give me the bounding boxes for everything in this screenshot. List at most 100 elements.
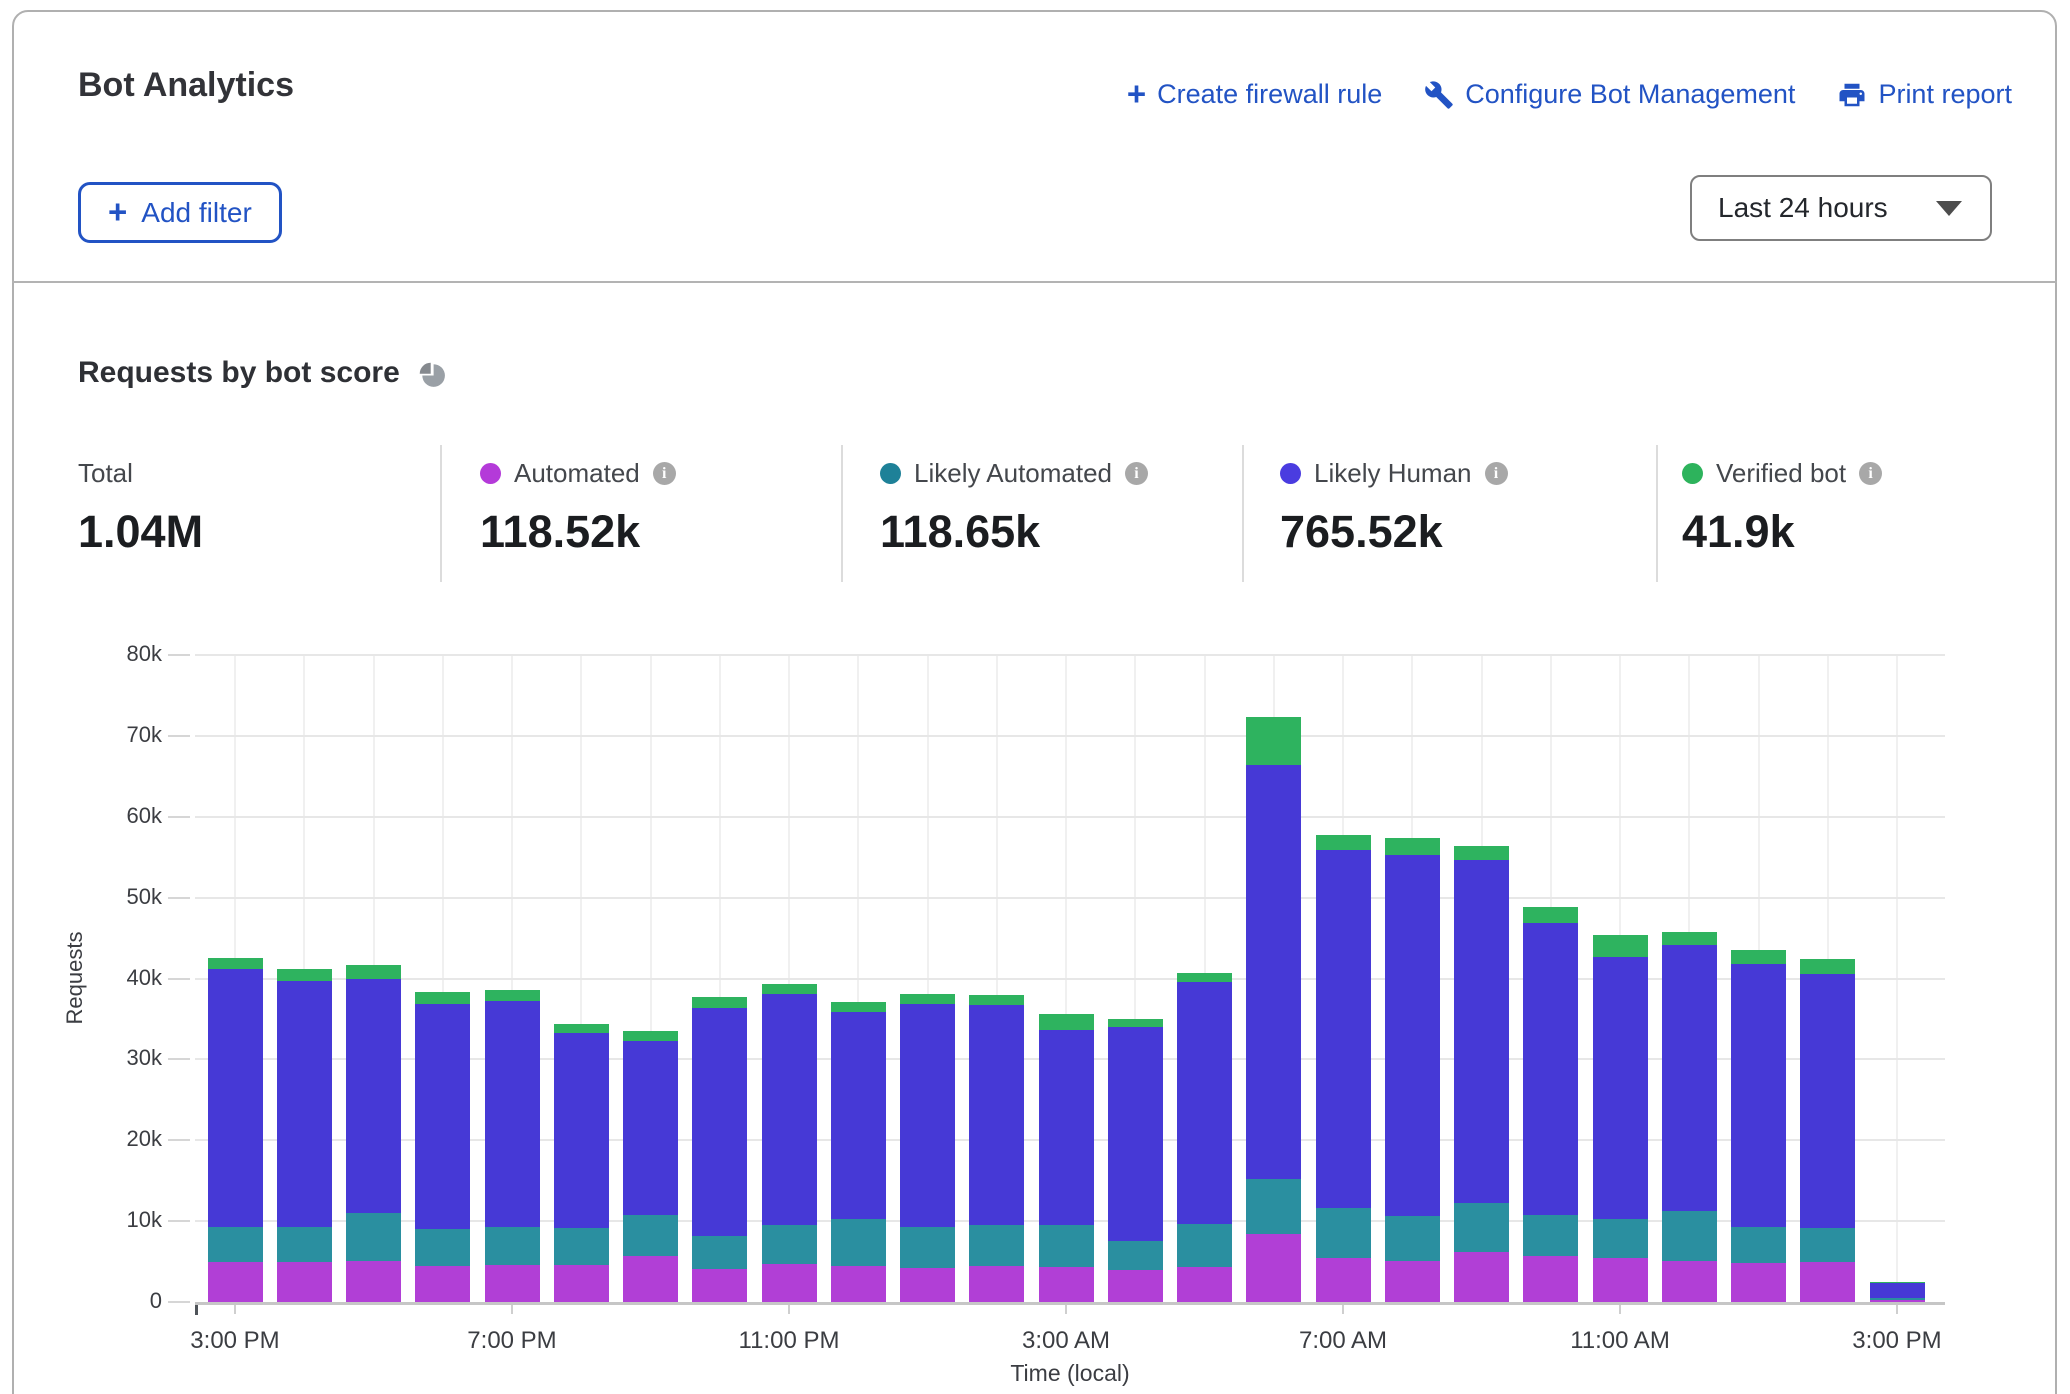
bar-segment-verified-bot[interactable] [208,958,263,969]
bar-segment-likely-human[interactable] [1593,957,1648,1219]
bar-segment-automated[interactable] [900,1268,955,1302]
bar-segment-verified-bot[interactable] [1039,1014,1094,1030]
bar-segment-likely-human[interactable] [969,1005,1024,1225]
bar-segment-automated[interactable] [277,1262,332,1302]
bar-segment-verified-bot[interactable] [346,965,401,980]
bar-segment-likely-automated[interactable] [692,1236,747,1268]
bar-segment-likely-automated[interactable] [1523,1215,1578,1256]
bar-segment-likely-automated[interactable] [346,1213,401,1261]
x-axis-line [195,1302,1945,1305]
bar-segment-likely-human[interactable] [277,981,332,1227]
bar-segment-likely-automated[interactable] [900,1227,955,1268]
bar-segment-likely-human[interactable] [554,1033,609,1228]
bar-segment-automated[interactable] [1385,1261,1440,1302]
bar-segment-likely-human[interactable] [1177,982,1232,1224]
bar-segment-automated[interactable] [1177,1267,1232,1302]
bar-segment-likely-automated[interactable] [415,1229,470,1266]
bar-segment-verified-bot[interactable] [1177,973,1232,982]
bar-segment-automated[interactable] [1454,1252,1509,1302]
bar-segment-verified-bot[interactable] [1246,717,1301,765]
bar-segment-automated[interactable] [1316,1258,1371,1302]
bar-segment-verified-bot[interactable] [1385,838,1440,855]
bar-segment-likely-human[interactable] [623,1041,678,1215]
bar-segment-likely-human[interactable] [415,1004,470,1230]
bar-segment-likely-human[interactable] [485,1001,540,1227]
bar-segment-verified-bot[interactable] [969,995,1024,1005]
bar-segment-automated[interactable] [969,1266,1024,1302]
bar-segment-likely-human[interactable] [1316,850,1371,1208]
bar-segment-likely-automated[interactable] [1316,1208,1371,1257]
bar-segment-automated[interactable] [1108,1270,1163,1302]
bar-segment-likely-human[interactable] [762,994,817,1225]
bar-segment-verified-bot[interactable] [1731,950,1786,964]
bar-segment-verified-bot[interactable] [1108,1019,1163,1027]
bar-segment-likely-automated[interactable] [1662,1211,1717,1260]
bar-segment-likely-automated[interactable] [1870,1298,1925,1300]
bar-segment-verified-bot[interactable] [415,992,470,1003]
bar-segment-automated[interactable] [1800,1262,1855,1302]
bar-segment-verified-bot[interactable] [485,990,540,1001]
bar-segment-automated[interactable] [623,1256,678,1302]
bar-segment-likely-human[interactable] [1870,1283,1925,1298]
bar-segment-likely-automated[interactable] [554,1228,609,1264]
bar-segment-likely-automated[interactable] [1177,1224,1232,1268]
bar-segment-verified-bot[interactable] [1454,846,1509,861]
bar-segment-verified-bot[interactable] [554,1024,609,1034]
bar-segment-automated[interactable] [1523,1256,1578,1302]
bar-segment-automated[interactable] [762,1264,817,1302]
bar-segment-likely-human[interactable] [1108,1027,1163,1241]
bar-segment-verified-bot[interactable] [1870,1282,1925,1283]
bar-segment-automated[interactable] [485,1265,540,1302]
bar-segment-likely-human[interactable] [692,1008,747,1236]
bar-segment-likely-automated[interactable] [1731,1227,1786,1263]
bar-segment-automated[interactable] [208,1262,263,1302]
bar-segment-likely-automated[interactable] [1039,1225,1094,1267]
bar-segment-likely-human[interactable] [1662,945,1717,1211]
bar-segment-likely-human[interactable] [1246,765,1301,1179]
bar-segment-verified-bot[interactable] [623,1031,678,1041]
bar-segment-automated[interactable] [1662,1261,1717,1302]
bar-segment-likely-human[interactable] [1039,1030,1094,1225]
bar-segment-likely-automated[interactable] [1800,1228,1855,1261]
bar-segment-likely-automated[interactable] [1108,1241,1163,1271]
bar-segment-likely-automated[interactable] [969,1225,1024,1266]
bar-segment-automated[interactable] [831,1266,886,1302]
bar-segment-likely-automated[interactable] [1385,1216,1440,1260]
bar-segment-likely-automated[interactable] [1593,1219,1648,1259]
bar-segment-verified-bot[interactable] [1800,959,1855,974]
bar-segment-likely-automated[interactable] [831,1219,886,1267]
bar-segment-likely-human[interactable] [900,1004,955,1227]
bar-segment-likely-human[interactable] [831,1012,886,1219]
bar-segment-verified-bot[interactable] [1662,932,1717,945]
bar-segment-likely-automated[interactable] [485,1227,540,1265]
bar-segment-verified-bot[interactable] [762,984,817,994]
bar-segment-verified-bot[interactable] [831,1002,886,1012]
bar-segment-likely-human[interactable] [1454,860,1509,1203]
bar-segment-likely-automated[interactable] [1454,1203,1509,1252]
bar-segment-likely-human[interactable] [208,969,263,1227]
bar-segment-automated[interactable] [1731,1263,1786,1302]
bar-segment-verified-bot[interactable] [1523,907,1578,923]
bar-segment-likely-automated[interactable] [623,1215,678,1256]
bar-segment-likely-human[interactable] [346,979,401,1213]
bar-segment-verified-bot[interactable] [277,969,332,981]
bar-segment-likely-automated[interactable] [1246,1179,1301,1234]
bar-segment-automated[interactable] [415,1266,470,1302]
bar-segment-likely-automated[interactable] [208,1227,263,1263]
bar-segment-automated[interactable] [346,1261,401,1302]
bar-segment-automated[interactable] [692,1269,747,1302]
bar-segment-likely-human[interactable] [1731,964,1786,1227]
bar-segment-automated[interactable] [1039,1267,1094,1302]
bar-segment-likely-automated[interactable] [762,1225,817,1264]
bar-segment-verified-bot[interactable] [900,994,955,1004]
bar-segment-automated[interactable] [554,1265,609,1302]
bar-segment-likely-automated[interactable] [277,1227,332,1263]
bar-segment-verified-bot[interactable] [1593,935,1648,957]
bar-segment-verified-bot[interactable] [692,997,747,1008]
bar-segment-verified-bot[interactable] [1316,835,1371,850]
bar-segment-likely-human[interactable] [1523,923,1578,1215]
bar-segment-likely-human[interactable] [1385,855,1440,1217]
bar-segment-automated[interactable] [1246,1234,1301,1302]
bar-segment-likely-human[interactable] [1800,974,1855,1228]
bar-segment-automated[interactable] [1593,1258,1648,1302]
